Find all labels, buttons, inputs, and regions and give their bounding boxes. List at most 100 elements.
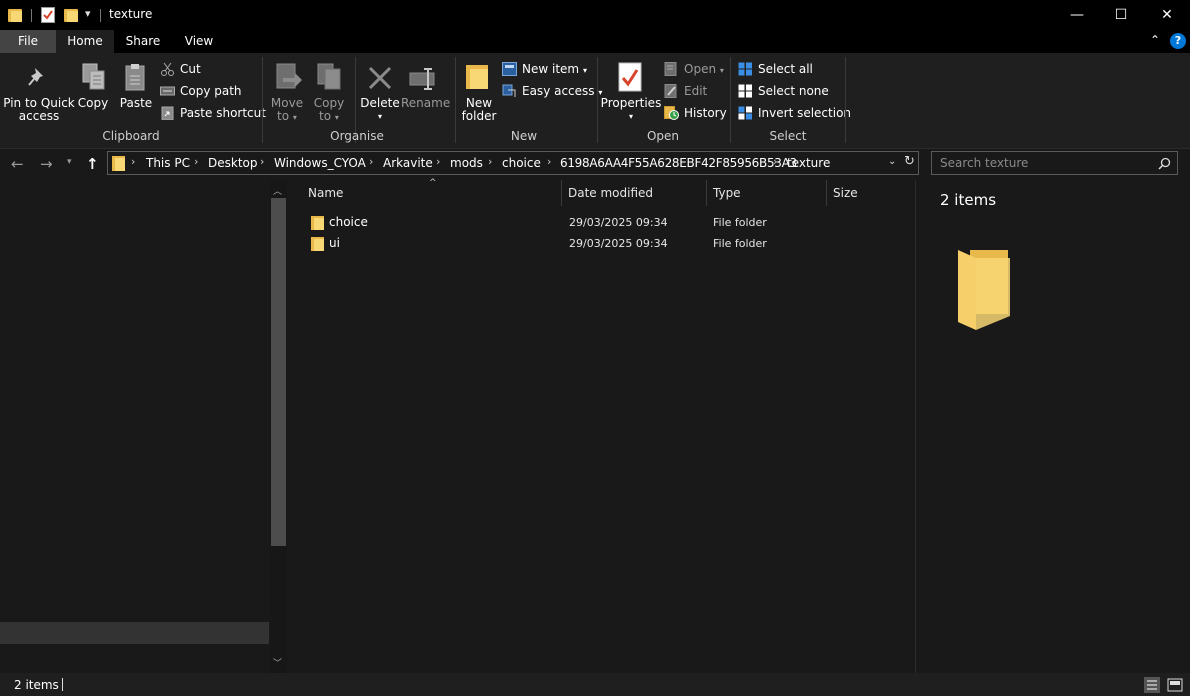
copy-button[interactable]: Copy: [76, 97, 110, 110]
group-separator: [730, 57, 731, 143]
help-icon[interactable]: ?: [1170, 33, 1186, 49]
rename-button[interactable]: Rename: [401, 97, 450, 110]
table-row[interactable]: choice 29/03/2025 09:34 File folder: [305, 212, 785, 233]
copy-to-sub: to ▾: [310, 110, 348, 124]
back-arrow-icon[interactable]: ←: [11, 155, 24, 173]
group-separator: [455, 57, 456, 143]
new-item-button[interactable]: New item ▾: [502, 60, 587, 78]
address-bar[interactable]: › This PC › Desktop › Windows_CYOA › Ark…: [107, 151, 919, 175]
table-row[interactable]: ui 29/03/2025 09:34 File folder: [305, 233, 785, 254]
column-divider[interactable]: [561, 180, 562, 206]
copy-path-label: Copy path: [180, 84, 242, 98]
column-divider[interactable]: [826, 180, 827, 206]
move-to-button[interactable]: Move to ▾: [268, 97, 306, 124]
column-header-name[interactable]: Name: [308, 186, 343, 200]
breadcrumb-chevron-icon[interactable]: ›: [547, 155, 551, 168]
file-name: ui: [329, 236, 340, 250]
tab-file[interactable]: File: [0, 30, 56, 53]
paste-button[interactable]: Paste: [116, 97, 156, 110]
nav-selected-item[interactable]: [0, 622, 269, 644]
copy-icon: [82, 63, 105, 90]
file-type: File folder: [713, 216, 767, 229]
breadcrumb-chevron-icon[interactable]: ›: [369, 155, 373, 168]
breadcrumb-choice[interactable]: choice: [502, 156, 541, 170]
address-dropdown-icon[interactable]: ⌄: [888, 156, 896, 167]
navigation-pane[interactable]: [0, 180, 288, 673]
ribbon: Pin to Quick access Copy Paste Cut Copy …: [0, 53, 1190, 149]
divider: [100, 9, 101, 22]
group-separator: [597, 57, 598, 143]
properties-qat-icon[interactable]: [41, 7, 55, 23]
up-arrow-icon[interactable]: ↑: [86, 155, 99, 173]
breadcrumb-hash-folder[interactable]: 6198A6AA4F55A628EBF42F85956B53A3: [560, 156, 797, 170]
maximize-button[interactable]: ☐: [1098, 0, 1144, 30]
delete-button[interactable]: Delete ▾: [360, 97, 400, 123]
copy-path-button[interactable]: Copy path: [160, 82, 242, 100]
breadcrumb-this-pc[interactable]: This PC: [146, 156, 190, 170]
tab-view[interactable]: View: [176, 30, 222, 53]
new-folder-button[interactable]: New folder: [458, 97, 500, 123]
breadcrumb-windows-cyoa[interactable]: Windows_CYOA: [274, 156, 366, 170]
select-group-label: Select: [769, 129, 807, 143]
delete-icon: [368, 66, 392, 90]
paste-icon: [125, 64, 145, 91]
folder-icon: [311, 236, 325, 251]
large-icons-view-icon[interactable]: [1167, 677, 1183, 693]
scroll-down-icon[interactable]: ﹀: [273, 656, 282, 669]
column-divider[interactable]: [706, 180, 707, 206]
scissors-icon: [161, 62, 174, 76]
easy-access-button[interactable]: Easy access ▾: [502, 82, 602, 100]
forward-arrow-icon[interactable]: →: [40, 155, 53, 173]
file-type: File folder: [713, 237, 767, 250]
tab-share[interactable]: Share: [118, 30, 168, 53]
breadcrumb-chevron-icon[interactable]: ›: [773, 155, 777, 168]
breadcrumb-chevron-icon[interactable]: ›: [488, 155, 492, 168]
history-button[interactable]: History: [664, 104, 727, 122]
breadcrumb-chevron-icon[interactable]: ›: [436, 155, 440, 168]
breadcrumb-texture[interactable]: texture: [787, 156, 830, 170]
file-name: choice: [329, 215, 368, 229]
open-button[interactable]: Open ▾: [664, 60, 724, 78]
rename-icon: [409, 68, 435, 90]
pin-to-quick-access-button[interactable]: Pin to Quick access: [2, 97, 76, 123]
details-pane: 2 items: [915, 180, 1190, 673]
easy-access-icon: [502, 84, 516, 97]
new-folder-qat-icon[interactable]: [64, 8, 78, 22]
column-header-date[interactable]: Date modified: [568, 186, 653, 200]
breadcrumb-mods[interactable]: mods: [450, 156, 483, 170]
invert-selection-button[interactable]: Invert selection: [738, 104, 851, 122]
breadcrumb-arkavite[interactable]: Arkavite: [383, 156, 433, 170]
collapse-ribbon-icon[interactable]: ⌃: [1150, 33, 1160, 47]
paste-shortcut-button[interactable]: Paste shortcut: [160, 104, 266, 122]
edit-button[interactable]: Edit: [664, 82, 707, 100]
select-none-button[interactable]: Select none: [738, 82, 829, 100]
properties-button[interactable]: Properties ▾: [600, 97, 662, 123]
refresh-icon[interactable]: ↻: [904, 154, 915, 169]
new-group-label: New: [510, 129, 538, 143]
recent-locations-icon[interactable]: ▾: [67, 157, 72, 167]
ribbon-tabs: File Home Share View ⌃ ?: [0, 30, 1190, 53]
select-all-button[interactable]: Select all: [738, 60, 813, 78]
details-view-icon[interactable]: [1144, 677, 1160, 693]
file-list[interactable]: ^ Name Date modified Type Size choice 29…: [289, 178, 914, 673]
column-header-size[interactable]: Size: [833, 186, 858, 200]
breadcrumb-desktop[interactable]: Desktop: [208, 156, 258, 170]
search-icon[interactable]: [1158, 157, 1171, 170]
minimize-button[interactable]: —: [1054, 0, 1100, 30]
search-input[interactable]: Search texture: [931, 151, 1178, 175]
new-folder-icon: [466, 63, 488, 91]
folder-icon: [112, 155, 126, 171]
breadcrumb-chevron-icon[interactable]: ›: [131, 155, 135, 168]
organise-group-label: Organise: [330, 129, 384, 143]
breadcrumb-chevron-icon[interactable]: ›: [260, 155, 264, 168]
breadcrumb-chevron-icon[interactable]: ›: [194, 155, 198, 168]
cut-label: Cut: [180, 62, 201, 76]
customize-qat-icon[interactable]: ▾: [85, 7, 91, 20]
copy-to-button[interactable]: Copy to ▾: [310, 97, 348, 124]
cut-button[interactable]: Cut: [160, 60, 201, 78]
nav-scrollbar-thumb[interactable]: [271, 198, 286, 546]
column-header-type[interactable]: Type: [713, 186, 741, 200]
tab-home[interactable]: Home: [56, 30, 114, 53]
scroll-up-icon[interactable]: ︿: [273, 184, 282, 197]
close-button[interactable]: ✕: [1144, 0, 1190, 30]
